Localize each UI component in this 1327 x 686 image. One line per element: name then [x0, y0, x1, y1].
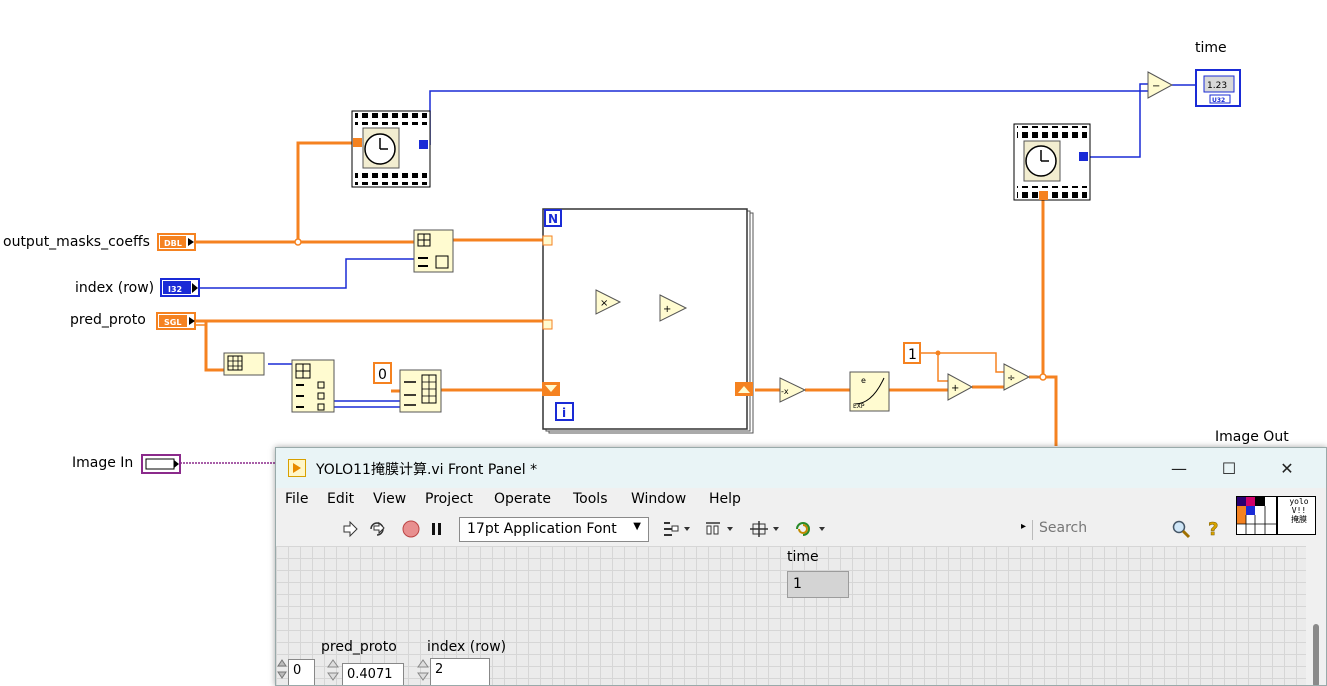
menu-edit[interactable]: Edit: [327, 491, 354, 507]
one-constant-text: 1: [908, 347, 917, 363]
image-in-terminal: [141, 454, 181, 474]
menu-view[interactable]: View: [373, 491, 406, 507]
fp-time-indicator: 1: [787, 571, 849, 598]
exp-node: e EXP: [849, 371, 890, 412]
labview-app-icon: [288, 459, 306, 477]
timer-frame-1: [351, 110, 431, 188]
index-row-label: index (row): [75, 280, 155, 296]
align-icon[interactable]: [662, 520, 692, 538]
toolbar: 17pt Application Font ▼ ▸ Search ?: [276, 512, 1326, 546]
distribute-icon[interactable]: [704, 520, 736, 538]
vi-icon-text: yolo V!! 掩膜: [1282, 497, 1316, 524]
svg-text:?: ?: [1208, 519, 1218, 540]
pred-proto-array-element[interactable]: 0.4071: [342, 663, 404, 685]
search-arrow-icon: ▸: [1021, 521, 1027, 532]
run-arrow-icon[interactable]: [342, 521, 358, 537]
search-icon[interactable]: [1171, 519, 1191, 539]
close-button[interactable]: ✕: [1258, 448, 1316, 488]
resize-icon[interactable]: [748, 520, 782, 538]
array-subset-node: [291, 359, 335, 413]
index-row-stepper[interactable]: [416, 658, 430, 686]
menu-project[interactable]: Project: [425, 491, 473, 507]
pause-icon[interactable]: [430, 522, 444, 536]
image-out-label: Image Out: [1215, 429, 1289, 445]
menu-tools[interactable]: Tools: [573, 491, 608, 507]
fp-pred-proto-label: pred_proto: [321, 639, 397, 655]
svg-text:e: e: [861, 376, 866, 385]
svg-text:÷: ÷: [1007, 373, 1015, 384]
time-indicator-value: 1.23: [1207, 81, 1227, 91]
menu-operate[interactable]: Operate: [494, 491, 551, 507]
replace-subset-node: [399, 369, 442, 413]
pred-proto-label: pred_proto: [70, 312, 146, 328]
font-select-value: 17pt Application Font: [467, 521, 617, 537]
vertical-scrollbar[interactable]: [1307, 546, 1326, 685]
svg-text:-x: -x: [781, 387, 789, 396]
index-array-node: [413, 229, 454, 273]
i32-type-text: I32: [168, 285, 182, 294]
vi-icon-line-3: 掩膜: [1291, 515, 1307, 524]
timer-frame-2: [1013, 123, 1091, 201]
time-label: time: [1195, 40, 1227, 56]
chevron-down-icon: ▼: [633, 521, 641, 532]
svg-text:−: −: [1152, 81, 1160, 92]
reorder-icon[interactable]: [794, 520, 828, 538]
menu-window[interactable]: Window: [631, 491, 686, 507]
menu-bar: File Edit View Project Operate Tools Win…: [276, 488, 1326, 512]
negate-node: -x: [779, 377, 807, 403]
font-select[interactable]: 17pt Application Font ▼: [459, 517, 649, 542]
divide-node: ÷: [1003, 363, 1031, 391]
reshape-array-node: [223, 352, 265, 376]
index-row-control[interactable]: 2: [430, 658, 490, 685]
subtract-node: −: [1147, 71, 1174, 99]
array-index-control[interactable]: 0: [288, 659, 315, 685]
front-panel-canvas[interactable]: time 1 pred_proto index (row) 0 0.4071 2: [276, 546, 1306, 686]
pred-proto-index-stepper[interactable]: [326, 658, 340, 686]
array-index-stepper[interactable]: [276, 658, 288, 686]
menu-help[interactable]: Help: [709, 491, 741, 507]
dbl-type-text: DBL: [164, 239, 182, 248]
loop-index-terminal: i: [562, 406, 566, 420]
front-panel-window[interactable]: YOLO11掩膜计算.vi Front Panel * — ☐ ✕ File E…: [275, 447, 1327, 686]
window-title: YOLO11掩膜计算.vi Front Panel *: [316, 462, 538, 478]
svg-text:+: +: [663, 304, 671, 315]
scrollbar-thumb[interactable]: [1313, 624, 1319, 685]
window-titlebar[interactable]: YOLO11掩膜计算.vi Front Panel * — ☐ ✕: [276, 448, 1326, 488]
run-continuously-icon[interactable]: [368, 521, 386, 537]
loop-count-terminal: N: [548, 212, 558, 226]
for-loop: [542, 208, 754, 434]
menu-file[interactable]: File: [285, 491, 308, 507]
maximize-button[interactable]: ☐: [1200, 448, 1258, 488]
output-masks-coeffs-label: output_masks_coeffs: [3, 234, 150, 250]
svg-text:EXP: EXP: [853, 403, 865, 410]
help-icon[interactable]: ?: [1204, 518, 1224, 540]
svg-text:×: ×: [600, 298, 608, 309]
image-in-label: Image In: [72, 455, 134, 471]
svg-text:+: +: [951, 383, 959, 394]
zero-constant-text: 0: [378, 367, 387, 383]
vi-icon-line-1: yolo: [1289, 497, 1309, 506]
time-indicator-type: U32: [1212, 97, 1225, 104]
fp-index-row-label: index (row): [427, 639, 507, 655]
abort-icon[interactable]: [402, 520, 420, 538]
fp-time-label: time: [787, 549, 819, 565]
sgl-type-text: SGL: [164, 318, 181, 327]
add-node-2: +: [947, 373, 974, 401]
vi-icon-line-2: V!!: [1291, 506, 1307, 515]
